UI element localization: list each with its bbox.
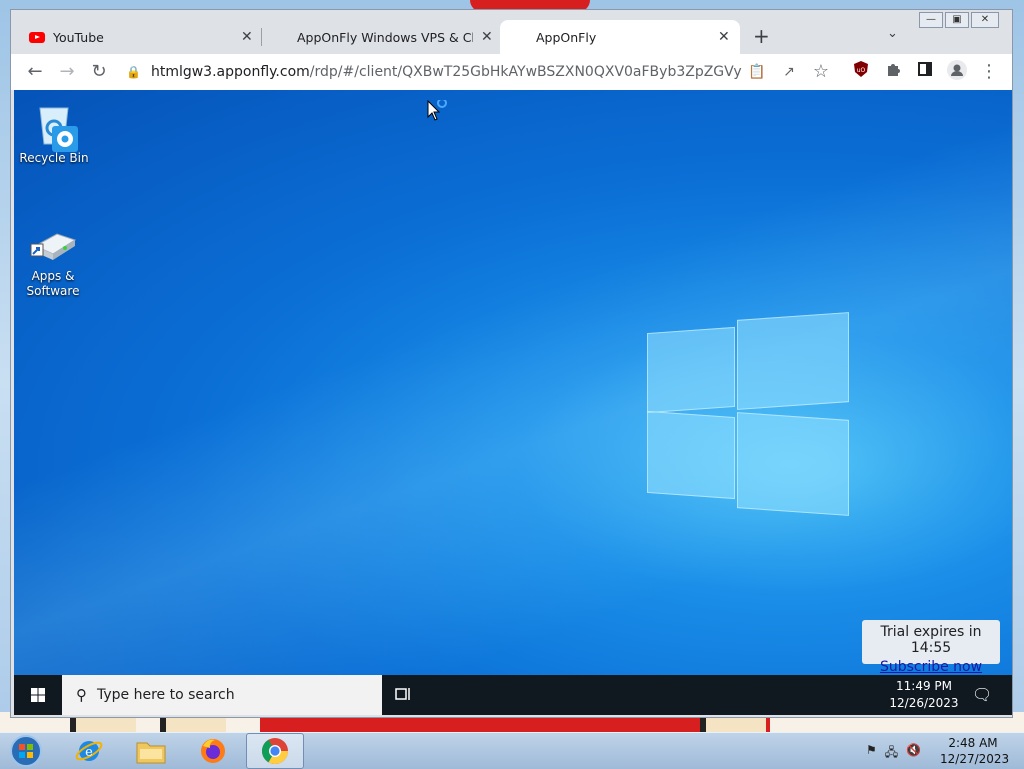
back-arrow-icon[interactable]: ←: [23, 60, 47, 84]
browser-toolbar: ← → ↻ 🔒 htmlgw3.apponfly.com/rdp/#/clien…: [11, 54, 1012, 90]
search-icon: ⚲: [76, 686, 87, 704]
remote-desktop[interactable]: Recycle Bin Apps & Software Trial expire…: [14, 90, 1012, 715]
taskbar-chrome[interactable]: [246, 733, 304, 769]
close-tab-icon[interactable]: ✕: [718, 29, 730, 45]
trial-notice: Trial expires in 14:55 Subscribe now: [862, 620, 1000, 675]
remote-time: 11:49 PM: [896, 679, 952, 693]
taskbar-internet-explorer[interactable]: e: [60, 733, 118, 769]
remote-start-button[interactable]: [14, 675, 62, 715]
internet-explorer-icon: e: [75, 741, 103, 761]
window-controls: — ▣ ✕: [917, 12, 999, 28]
tab-apponfly[interactable]: AppOnFly ✕: [500, 20, 740, 54]
action-center-flag-icon[interactable]: ⚑: [866, 743, 877, 764]
notification-center-icon[interactable]: 🗨: [972, 685, 992, 704]
close-tab-icon[interactable]: ✕: [481, 29, 493, 45]
tab-search-icon[interactable]: ⌄: [887, 26, 898, 41]
remote-search-box[interactable]: ⚲ Type here to search: [62, 675, 382, 715]
host-start-orb[interactable]: [0, 733, 52, 769]
host-clock[interactable]: 2:48 AM 12/27/2023: [940, 735, 1010, 767]
lock-icon: 🔒: [126, 65, 141, 79]
svg-text:e: e: [85, 745, 93, 760]
new-tab-button[interactable]: +: [753, 24, 770, 48]
gear-icon: [52, 126, 78, 152]
side-panel-icon[interactable]: [913, 60, 937, 84]
subscribe-link[interactable]: Subscribe now: [862, 659, 1000, 675]
remote-taskbar: ⚲ Type here to search 11:49 PM 12/26/202…: [14, 675, 1012, 715]
folder-icon: [136, 742, 166, 764]
url-path: /rdp/#/client/QXBwT25GbHkAYwBSZXN0QXV0aF…: [309, 64, 742, 80]
search-placeholder: Type here to search: [97, 687, 235, 703]
minimize-icon[interactable]: —: [919, 12, 943, 28]
firefox-icon: [201, 739, 225, 763]
host-time: 2:48 AM: [948, 736, 998, 750]
trial-expiry-text: Trial expires in 14:55: [880, 624, 982, 656]
maximize-icon[interactable]: ▣: [945, 12, 969, 28]
windows-orb-icon: [10, 735, 42, 767]
desktop-icon-apps-software[interactable]: Apps & Software: [15, 224, 91, 299]
volume-muted-icon[interactable]: 🔇: [906, 743, 921, 764]
url-host: htmlgw3.apponfly.com: [150, 64, 310, 80]
tab-title: AppOnFly: [536, 29, 597, 45]
tab-title: AppOnFly Windows VPS & Cloud: [297, 29, 473, 45]
menu-dots-icon[interactable]: ⋮: [977, 60, 1001, 84]
task-view-icon[interactable]: [394, 685, 412, 703]
windows-start-icon: [31, 688, 45, 702]
apps-software-icon: [30, 233, 77, 260]
forward-arrow-icon[interactable]: →: [55, 60, 79, 84]
system-tray: ⚑ 🖧 🔇: [866, 743, 921, 764]
taskbar-firefox[interactable]: [184, 733, 242, 769]
taskbar-file-explorer[interactable]: [122, 733, 180, 769]
share-icon[interactable]: ↗: [777, 60, 801, 84]
bookmark-star-icon[interactable]: ☆: [809, 60, 833, 84]
address-bar[interactable]: 🔒 htmlgw3.apponfly.com/rdp/#/client/QXBw…: [126, 57, 786, 87]
chrome-icon: [261, 738, 289, 765]
close-tab-icon[interactable]: ✕: [241, 29, 253, 45]
tab-youtube[interactable]: YouTube ✕: [29, 20, 261, 54]
network-icon[interactable]: 🖧: [885, 743, 898, 764]
remote-date: 12/26/2023: [889, 696, 959, 710]
tab-title: YouTube: [53, 29, 104, 45]
remote-clock[interactable]: 11:49 PM 12/26/2023: [889, 678, 959, 712]
mouse-cursor-icon: [427, 98, 449, 126]
svg-text:uO: uO: [857, 67, 866, 74]
clipboard-icon[interactable]: 📋: [745, 60, 769, 84]
browser-window: YouTube ✕ AppOnFly Windows VPS & Cloud ✕…: [10, 9, 1013, 718]
host-date: 12/27/2023: [940, 752, 1010, 766]
close-window-icon[interactable]: ✕: [971, 12, 999, 28]
desktop-icon-recycle-bin[interactable]: Recycle Bin: [16, 100, 92, 166]
reload-icon[interactable]: ↻: [87, 60, 111, 84]
tab-strip: YouTube ✕ AppOnFly Windows VPS & Cloud ✕…: [11, 10, 1012, 54]
icon-label: Apps & Software: [26, 269, 80, 298]
host-taskbar: e ⚑ 🖧 🔇 2:48 AM 12/27/2023: [0, 732, 1024, 769]
extensions-puzzle-icon[interactable]: [881, 60, 905, 84]
tab-apponfly-vps[interactable]: AppOnFly Windows VPS & Cloud ✕: [271, 20, 497, 54]
profile-avatar-icon[interactable]: [945, 60, 969, 84]
youtube-icon: [29, 31, 45, 43]
tab-separator: [261, 28, 262, 46]
ublock-icon[interactable]: uO: [849, 60, 873, 84]
